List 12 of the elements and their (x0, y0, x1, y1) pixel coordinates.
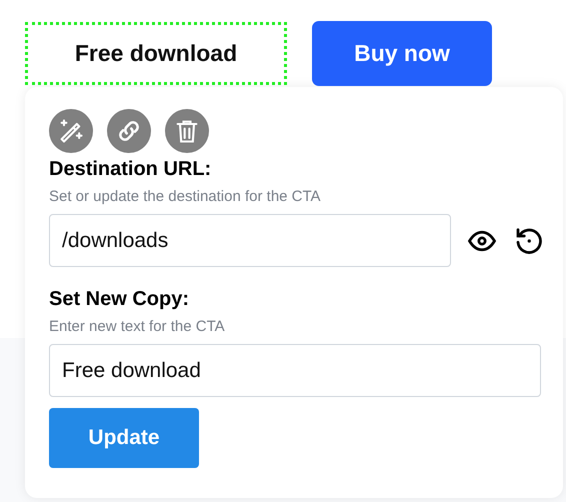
cta-button[interactable]: Buy now (312, 21, 492, 86)
cta-button[interactable]: Free download (25, 22, 287, 85)
url-field[interactable]: /downloads (49, 214, 451, 267)
magic-wand-button[interactable] (49, 109, 93, 153)
help-text: Set or update the destination for the CTA (49, 188, 322, 205)
link-button[interactable] (107, 109, 151, 153)
field-label: Destination URL: (49, 158, 212, 181)
help-text: Enter new text for the CTA (49, 318, 226, 335)
trash-button[interactable] (165, 109, 209, 153)
field-label: Set New Copy: (49, 288, 190, 311)
copy-field[interactable]: Free download (49, 344, 541, 397)
update-button[interactable]: Update (49, 408, 199, 468)
